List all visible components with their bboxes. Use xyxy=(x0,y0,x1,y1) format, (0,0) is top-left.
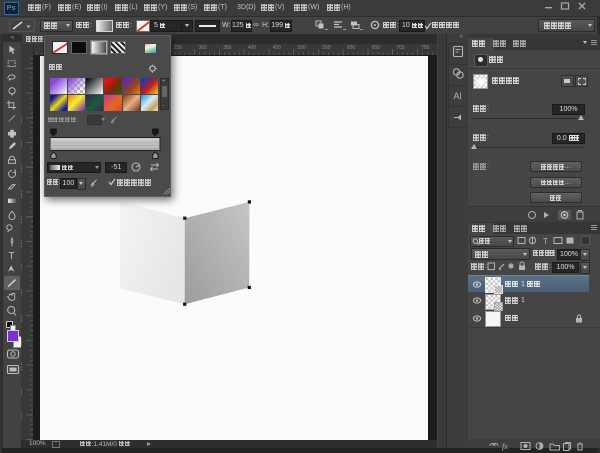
svg-text:Al: Al xyxy=(453,91,461,101)
svg-text:T: T xyxy=(9,251,15,262)
svg-text:T: T xyxy=(543,237,548,246)
svg-text:fx: fx xyxy=(502,442,508,451)
